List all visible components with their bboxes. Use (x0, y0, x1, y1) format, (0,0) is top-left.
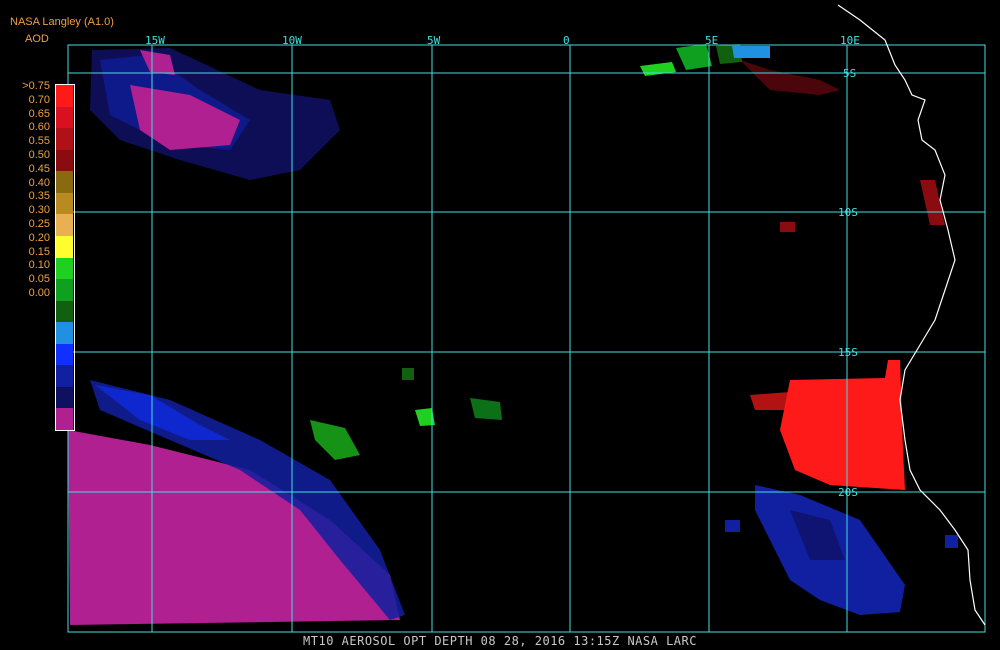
legend-swatch (56, 408, 73, 430)
lon-label: 15W (145, 34, 165, 47)
legend-label: 0.70 (28, 93, 50, 106)
legend-label: 0.55 (28, 135, 50, 148)
legend-swatch (56, 214, 73, 236)
legend-swatch (56, 149, 73, 172)
legend-swatch (56, 235, 73, 258)
legend-label: 0.20 (28, 231, 50, 244)
legend-swatch (56, 343, 73, 366)
legend-label: 0.35 (28, 190, 50, 203)
legend-swatch (56, 106, 73, 129)
source-title: NASA Langley (A1.0) (10, 16, 114, 28)
legend-swatch (56, 257, 73, 280)
product-title: AOD (25, 33, 49, 45)
legend-swatch (56, 171, 73, 193)
lon-label: 10W (282, 34, 302, 47)
lat-label: 20S (838, 486, 858, 499)
lat-label: 5S (843, 67, 856, 80)
legend-swatch (56, 300, 73, 323)
legend-swatch (56, 128, 73, 150)
legend-swatch (56, 365, 73, 387)
legend-label: 0.50 (28, 149, 50, 161)
legend-swatch (56, 279, 73, 301)
legend-label: 0.30 (28, 204, 50, 217)
legend-swatch (56, 85, 73, 107)
aod-map: 15W 10W 5W 0 5E 10E 5S 10S 15S 20S (67, 4, 986, 633)
legend-label: 0.40 (28, 176, 50, 189)
lon-label: 0 (563, 34, 570, 47)
legend-label: 0.65 (28, 107, 50, 120)
footer-caption: MT10 AEROSOL OPT DEPTH 08 28, 2016 13:15… (303, 634, 697, 648)
lon-label: 10E (840, 34, 860, 47)
legend-label: 0.60 (28, 121, 50, 134)
lon-label: 5W (427, 34, 441, 47)
legend-label: 0.05 (28, 273, 50, 286)
legend-swatch (56, 322, 73, 344)
lat-label: 10S (838, 206, 858, 219)
legend-swatch (56, 386, 73, 409)
legend-label: 0.10 (28, 259, 50, 272)
legend-label: 0.00 (28, 287, 50, 299)
color-legend: >0.75 0.70 0.65 0.60 0.55 0.50 0.45 0.40 0.35 0.3… (0, 78, 80, 438)
legend-label: 0.45 (28, 162, 50, 175)
legend-label: >0.75 (22, 80, 50, 92)
legend-label: 0.15 (28, 245, 50, 258)
lon-label: 5E (705, 34, 718, 47)
legend-swatch (56, 192, 73, 215)
legend-label: 0.25 (28, 218, 50, 230)
lat-label: 15S (838, 346, 858, 359)
aerosol-plumes (68, 44, 958, 625)
